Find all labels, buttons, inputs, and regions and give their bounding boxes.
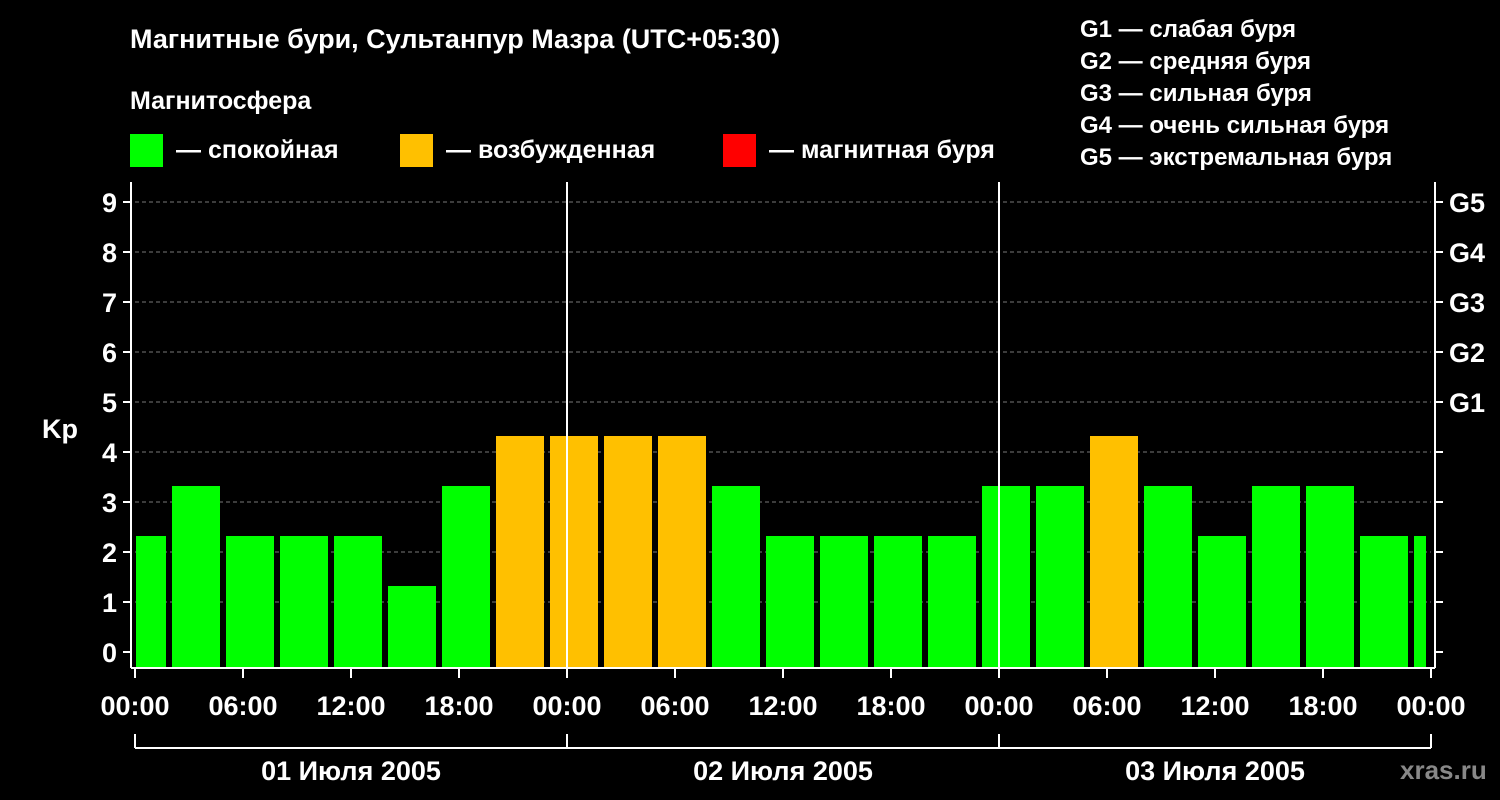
legend-label: — спокойная bbox=[176, 136, 339, 164]
kp-bar bbox=[604, 436, 652, 668]
date-label: 03 Июля 2005 bbox=[1125, 756, 1305, 786]
y-tick-label: 5 bbox=[102, 388, 117, 418]
x-tick-label: 00:00 bbox=[1396, 691, 1465, 721]
y-tick-label: 7 bbox=[102, 288, 117, 318]
kp-bar bbox=[172, 486, 220, 668]
watermark: xras.ru bbox=[1400, 755, 1487, 785]
kp-bar bbox=[1090, 436, 1138, 668]
kp-bar bbox=[280, 536, 328, 668]
g-scale-item: G5 — экстремальная буря bbox=[1080, 144, 1392, 171]
kp-bar bbox=[1144, 486, 1192, 668]
legend-swatch bbox=[723, 134, 756, 167]
g-scale-item: G4 — очень сильная буря bbox=[1080, 112, 1389, 139]
kp-bar bbox=[136, 536, 166, 668]
date-label: 01 Июля 2005 bbox=[261, 756, 441, 786]
kp-bar bbox=[1360, 536, 1408, 668]
kp-bar bbox=[334, 536, 382, 668]
x-tick-label: 12:00 bbox=[1180, 691, 1249, 721]
kp-bar bbox=[226, 536, 274, 668]
x-tick-label: 06:00 bbox=[640, 691, 709, 721]
kp-chart: Магнитные бури, Сультанпур Мазра (UTC+05… bbox=[0, 0, 1500, 800]
y-tick-label: 0 bbox=[102, 638, 117, 668]
kp-bar bbox=[982, 486, 1030, 668]
x-tick-label: 06:00 bbox=[1072, 691, 1141, 721]
g-scale-item: G3 — сильная буря bbox=[1080, 80, 1312, 107]
kp-bar bbox=[766, 536, 814, 668]
x-tick-label: 12:00 bbox=[748, 691, 817, 721]
kp-bar bbox=[1252, 486, 1300, 668]
y-tick-label: 4 bbox=[102, 438, 117, 468]
kp-bar bbox=[550, 436, 598, 668]
g-level-label: G3 bbox=[1449, 288, 1485, 318]
kp-bar bbox=[658, 436, 706, 668]
x-tick-label: 18:00 bbox=[856, 691, 925, 721]
legend: — спокойная — возбужденная — магнитная бур… bbox=[130, 134, 995, 167]
x-tick-label: 18:00 bbox=[1288, 691, 1357, 721]
date-label: 02 Июля 2005 bbox=[693, 756, 873, 786]
x-tick-label: 06:00 bbox=[208, 691, 277, 721]
g-level-label: G2 bbox=[1449, 338, 1485, 368]
y-tick-label: 6 bbox=[102, 338, 117, 368]
x-tick-label: 00:00 bbox=[964, 691, 1033, 721]
x-tick-label: 00:00 bbox=[532, 691, 601, 721]
x-tick-label: 12:00 bbox=[316, 691, 385, 721]
x-tick-label: 18:00 bbox=[424, 691, 493, 721]
g-level-label: G1 bbox=[1449, 388, 1485, 418]
g-level-label: G5 bbox=[1449, 188, 1485, 218]
chart-title: Магнитные бури, Сультанпур Мазра (UTC+05… bbox=[130, 24, 780, 54]
y-axis-label: Kp bbox=[42, 414, 78, 444]
legend-title: Магнитосфера bbox=[130, 87, 312, 115]
kp-bar bbox=[1198, 536, 1246, 668]
kp-bar bbox=[874, 536, 922, 668]
kp-bar bbox=[388, 586, 436, 668]
kp-bar bbox=[1414, 536, 1426, 668]
y-tick-label: 2 bbox=[102, 538, 117, 568]
g-scale-item: G2 — средняя буря bbox=[1080, 48, 1311, 75]
kp-bar bbox=[928, 536, 976, 668]
kp-bar bbox=[1306, 486, 1354, 668]
kp-bar bbox=[1036, 486, 1084, 668]
y-tick-label: 9 bbox=[102, 188, 117, 218]
legend-swatch bbox=[130, 134, 163, 167]
kp-bar bbox=[820, 536, 868, 668]
g-level-label: G4 bbox=[1449, 238, 1485, 268]
legend-label: — возбужденная bbox=[446, 136, 655, 164]
kp-bar bbox=[496, 436, 544, 668]
kp-bar bbox=[712, 486, 760, 668]
y-tick-label: 1 bbox=[102, 588, 117, 618]
kp-bar bbox=[442, 486, 490, 668]
g-scale-item: G1 — слабая буря bbox=[1080, 16, 1296, 43]
legend-swatch bbox=[400, 134, 433, 167]
legend-label: — магнитная буря bbox=[769, 136, 995, 164]
y-tick-label: 8 bbox=[102, 238, 117, 268]
y-tick-label: 3 bbox=[102, 488, 117, 518]
x-tick-label: 00:00 bbox=[100, 691, 169, 721]
